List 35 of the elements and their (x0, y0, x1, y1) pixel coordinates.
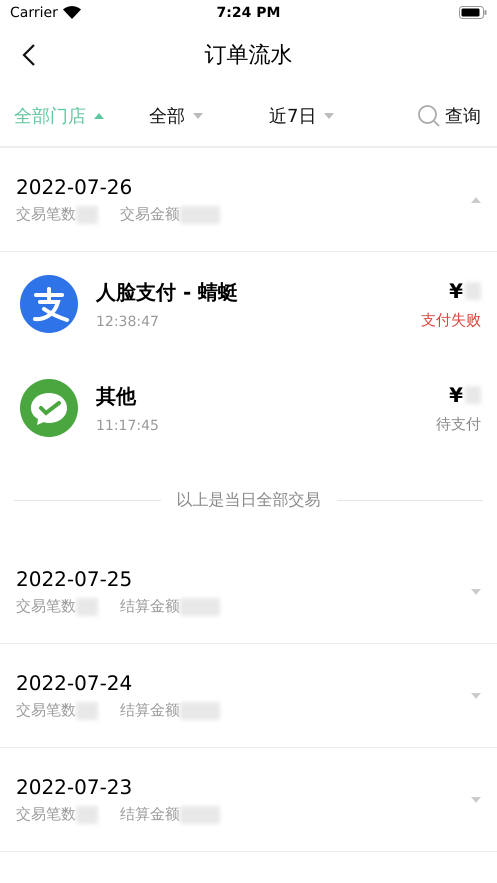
page-title: 订单流水 (204, 42, 292, 70)
transaction-time: 12:38:47 (96, 314, 160, 330)
caret-down-icon (193, 112, 203, 118)
search-button[interactable]: 查询 (417, 104, 483, 128)
day-date: 2022-07-25 (16, 567, 134, 591)
amount-label: 结算金额 (120, 805, 180, 824)
payment-status: 支付失败 (421, 310, 481, 330)
transaction-title: 其他 (96, 382, 138, 410)
count-label: 交易笔数 (16, 701, 76, 720)
end-of-day-note: 以上是当日全部交易 (176, 490, 320, 510)
status-time: 7:24 PM (216, 4, 280, 20)
day-date: 2022-07-23 (16, 775, 134, 799)
wifi-icon (62, 6, 81, 19)
count-label: 交易笔数 (16, 205, 76, 224)
currency-sign: ¥ (449, 278, 463, 302)
count-label: 交易笔数 (16, 805, 76, 824)
battery-icon (458, 6, 487, 19)
carrier-name: Carrier (10, 4, 58, 20)
currency-sign: ¥ (449, 382, 463, 406)
search-icon (417, 104, 441, 128)
payment-status: 待支付 (436, 414, 481, 434)
caret-up-icon (94, 112, 104, 118)
caret-down-icon (324, 112, 334, 118)
day-date: 2022-07-26 (16, 175, 134, 199)
filter-dropdown[interactable]: 全部 (149, 104, 269, 128)
payment-logo-icon (20, 379, 78, 437)
amount-label: 结算金额 (120, 701, 180, 720)
amount-label: 结算金额 (120, 597, 180, 616)
payment-logo-icon (20, 275, 78, 333)
day-date: 2022-07-24 (16, 671, 134, 695)
transaction-time: 11:17:45 (96, 418, 160, 434)
filter-dropdown[interactable]: 近7日 (269, 104, 389, 128)
count-label: 交易笔数 (16, 597, 76, 616)
transaction-title: 人脸支付 - 蜻蜓 (96, 278, 240, 306)
amount-label: 交易金额 (120, 205, 180, 224)
